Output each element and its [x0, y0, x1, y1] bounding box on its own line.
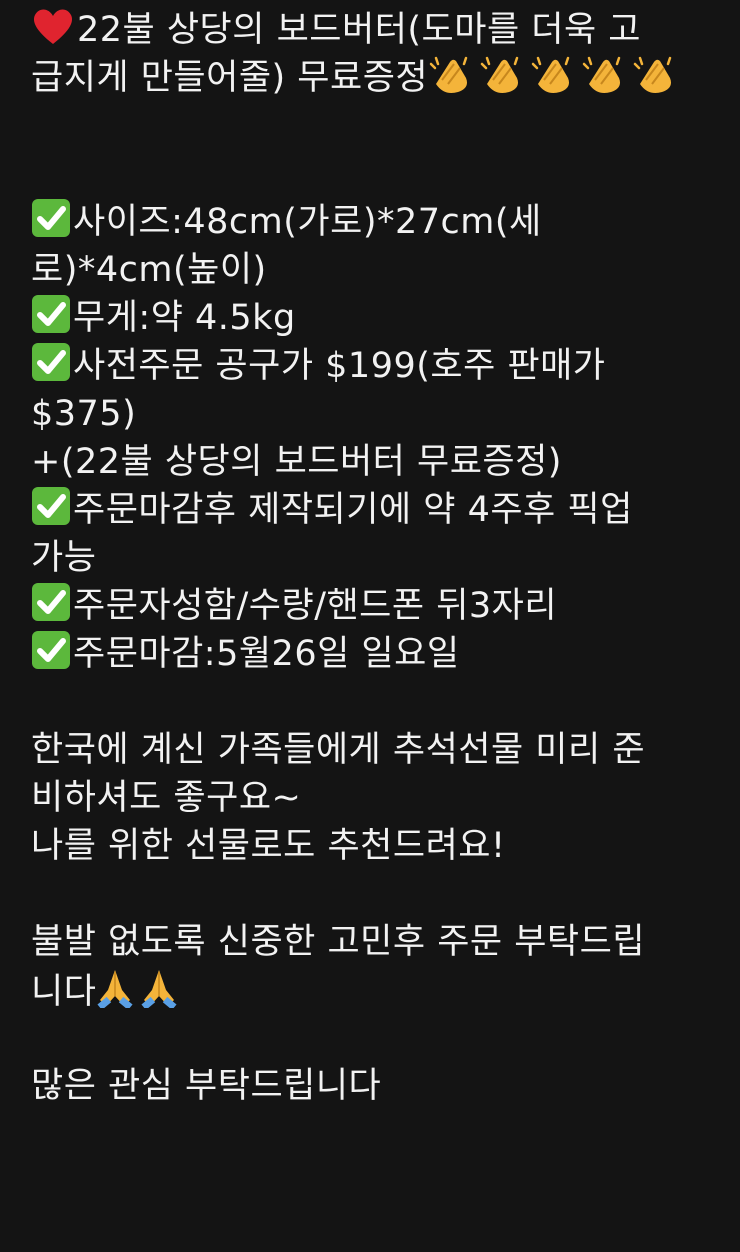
message-line: 많은 관심 부탁드립니다 [31, 1062, 734, 1110]
message-line: 주문마감:5월26일 일요일 [31, 630, 734, 678]
line-text: 로)*4cm(높이) [31, 250, 267, 290]
message-line: 한국에 계신 가족들에게 추석선물 미리 준 [31, 726, 734, 774]
folded-hands-icon [140, 970, 184, 1012]
line-text: 사이즈:48cm(가로)*27cm(세 [73, 202, 542, 242]
check-mark-icon [31, 583, 73, 626]
line-text: 22불 상당의 보드버터(도마를 더욱 고 [77, 10, 641, 50]
line-text: +(22불 상당의 보드버터 무료증정) [31, 442, 562, 482]
message-body: 22불 상당의 보드버터(도마를 더욱 고급지게 만들어줄) 무료증정사이즈:4… [0, 0, 740, 1252]
message-line: 가능 [31, 534, 734, 582]
line-text: 주문마감:5월26일 일요일 [73, 634, 460, 674]
check-mark-icon [31, 631, 73, 674]
message-line: $375) [31, 390, 734, 438]
message-line: 로)*4cm(높이) [31, 246, 734, 294]
clapping-hands-icon [479, 56, 530, 98]
line-text: 많은 관심 부탁드립니다 [31, 1066, 382, 1106]
check-mark-icon [31, 343, 73, 386]
line-text: 주문자성함/수량/핸드폰 뒤3자리 [73, 586, 558, 626]
line-text: 비하셔도 좋구요~ [31, 778, 302, 818]
message-line: 비하셔도 좋구요~ [31, 774, 734, 822]
line-text: 불발 없도록 신중한 고민후 주문 부탁드립 [31, 922, 646, 962]
message-line: 사전주문 공구가 $199(호주 판매가 [31, 342, 734, 390]
clapping-hands-icon [428, 56, 479, 98]
line-text: 나를 위한 선물로도 추천드려요! [31, 826, 506, 866]
message-line: 22불 상당의 보드버터(도마를 더욱 고 [31, 6, 734, 54]
line-text: 한국에 계신 가족들에게 추석선물 미리 준 [31, 730, 646, 770]
check-mark-icon [31, 487, 73, 530]
message-line: 불발 없도록 신중한 고민후 주문 부탁드립 [31, 918, 734, 966]
message-line: +(22불 상당의 보드버터 무료증정) [31, 438, 734, 486]
message-line: 무게:약 4.5kg [31, 294, 734, 342]
message-line: 주문마감후 제작되기에 약 4주후 픽업 [31, 486, 734, 534]
check-mark-icon [31, 295, 73, 338]
folded-hands-icon [96, 970, 140, 1012]
message-line: 사이즈:48cm(가로)*27cm(세 [31, 198, 734, 246]
message-line: 니다 [31, 966, 734, 1014]
line-text: 니다 [31, 972, 97, 1012]
message-line: 주문자성함/수량/핸드폰 뒤3자리 [31, 582, 734, 630]
line-text: 무게:약 4.5kg [73, 298, 296, 338]
message-line: 급지게 만들어줄) 무료증정 [31, 54, 734, 102]
clapping-hands-icon [530, 56, 581, 98]
line-text: 사전주문 공구가 $199(호주 판매가 [73, 346, 606, 386]
line-text: $375) [31, 394, 137, 434]
check-mark-icon [31, 199, 73, 242]
message-line: 나를 위한 선물로도 추천드려요! [31, 822, 734, 870]
line-text: 급지게 만들어줄) 무료증정 [31, 58, 429, 98]
clapping-hands-icon [581, 56, 632, 98]
heart-icon [31, 9, 77, 50]
clapping-hands-icon [632, 56, 683, 98]
line-text: 가능 [31, 538, 97, 578]
line-text: 주문마감후 제작되기에 약 4주후 픽업 [73, 490, 633, 530]
